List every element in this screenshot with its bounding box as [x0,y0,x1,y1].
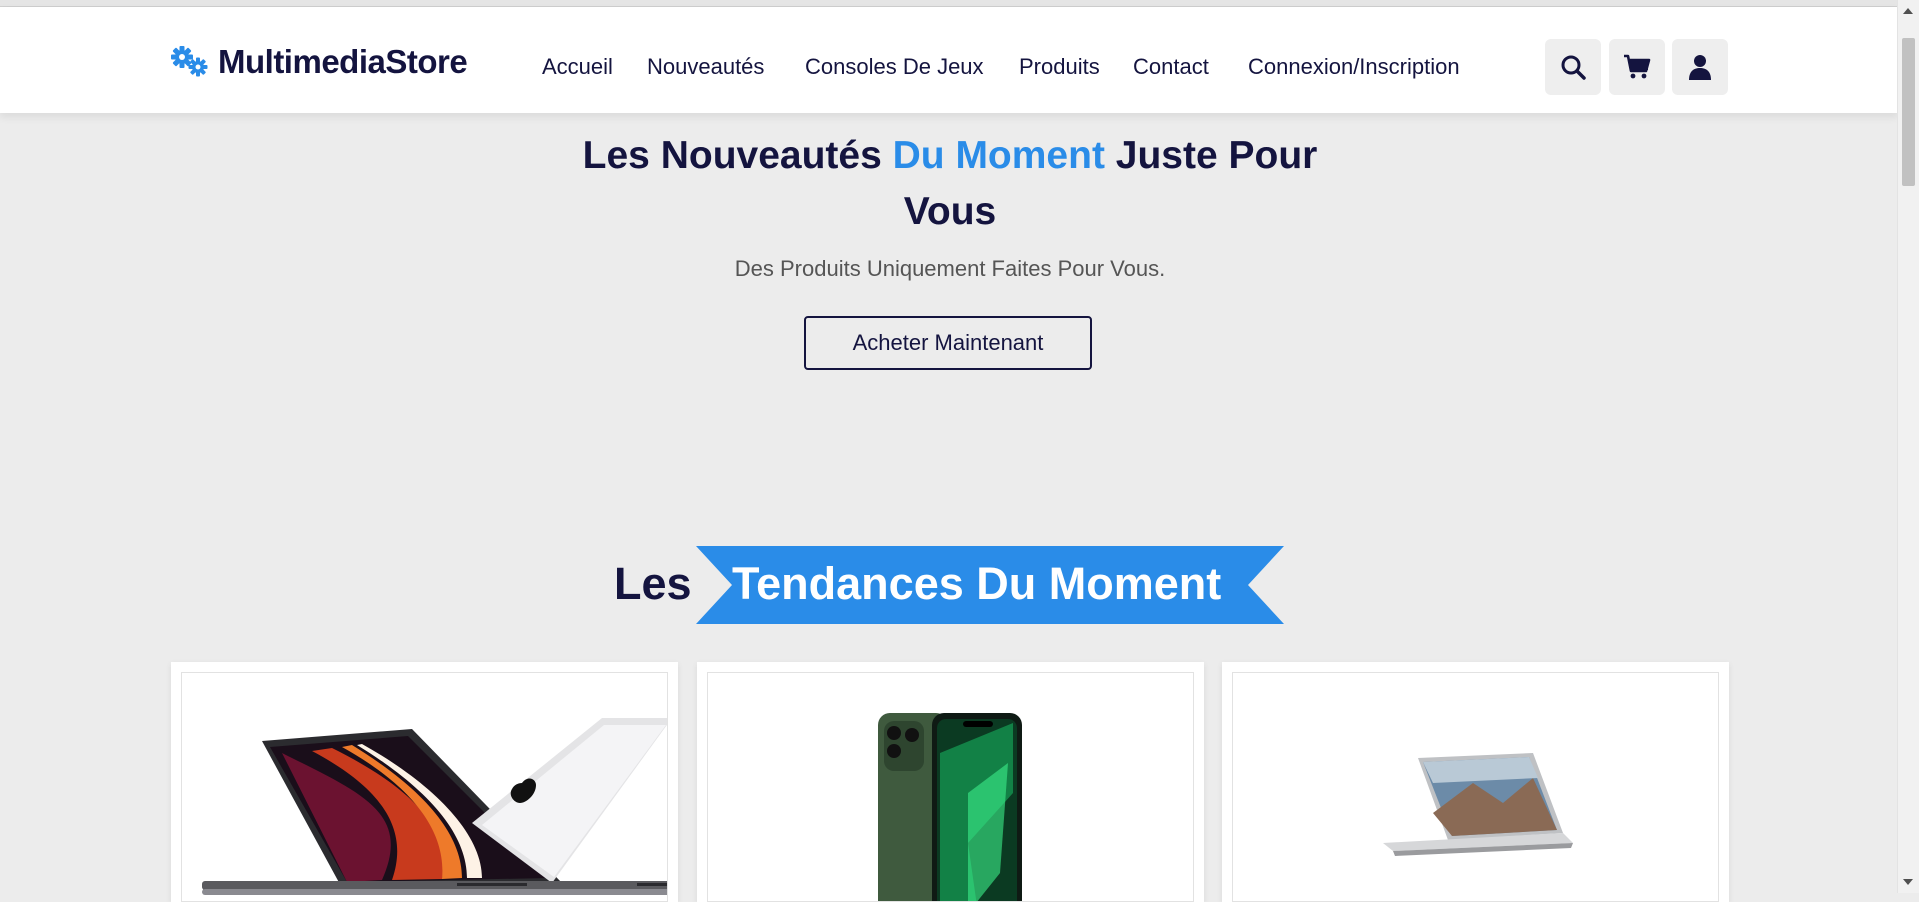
user-icon [1689,55,1711,80]
scroll-up-arrow-icon[interactable] [1903,8,1913,14]
trending-section-title: Les Tendances Du Moment [0,546,1898,626]
brand-name: MultimediaStore [218,43,468,80]
page-scrollbar[interactable] [1897,0,1919,893]
nav-connexion-inscription[interactable]: Connexion/Inscription [1248,54,1460,80]
site-header: MultimediaStore Accueil Nouveautés Conso… [0,7,1898,113]
trending-title-prefix: Les [614,558,692,609]
product-image-frame [707,672,1194,902]
product-image-frame [181,672,668,902]
cart-icon [1624,54,1651,79]
user-button[interactable] [1672,39,1728,95]
product-image-frame [1232,672,1719,902]
search-button[interactable] [1545,39,1601,95]
site-logo[interactable]: MultimediaStore [170,43,468,81]
search-icon [1561,55,1586,80]
hero-title-accent: Du Moment [892,134,1105,177]
hero-title-part1: Les Nouveautés [582,134,893,177]
nav-contact[interactable]: Contact [1133,54,1209,80]
browser-top-edge [0,0,1898,7]
nav-produits[interactable]: Produits [1019,54,1100,80]
cart-button[interactable] [1609,39,1665,95]
scroll-thumb[interactable] [1902,38,1915,186]
trending-title-highlight: Tendances Du Moment [732,558,1222,609]
nav-accueil[interactable]: Accueil [542,54,613,80]
product-card[interactable] [697,662,1204,902]
iphone-13-pro-green-image [878,713,1022,901]
hero-subtitle: Des Produits Uniquement Faites Pour Vous… [734,256,1166,281]
product-card[interactable] [171,662,678,902]
nav-nouveautes[interactable]: Nouveautés [647,54,764,80]
nav-consoles-de-jeux[interactable]: Consoles De Jeux [805,54,984,80]
gears-icon [171,46,208,77]
product-card[interactable] [1222,662,1729,902]
buy-now-button[interactable]: Acheter Maintenant [804,316,1092,370]
macbook-pro-image [202,718,667,895]
hero-title: Les Nouveautés Du Moment Juste Pour Vous [540,128,1360,240]
scroll-down-arrow-icon[interactable] [1903,879,1913,885]
surface-book-image [1383,753,1573,856]
